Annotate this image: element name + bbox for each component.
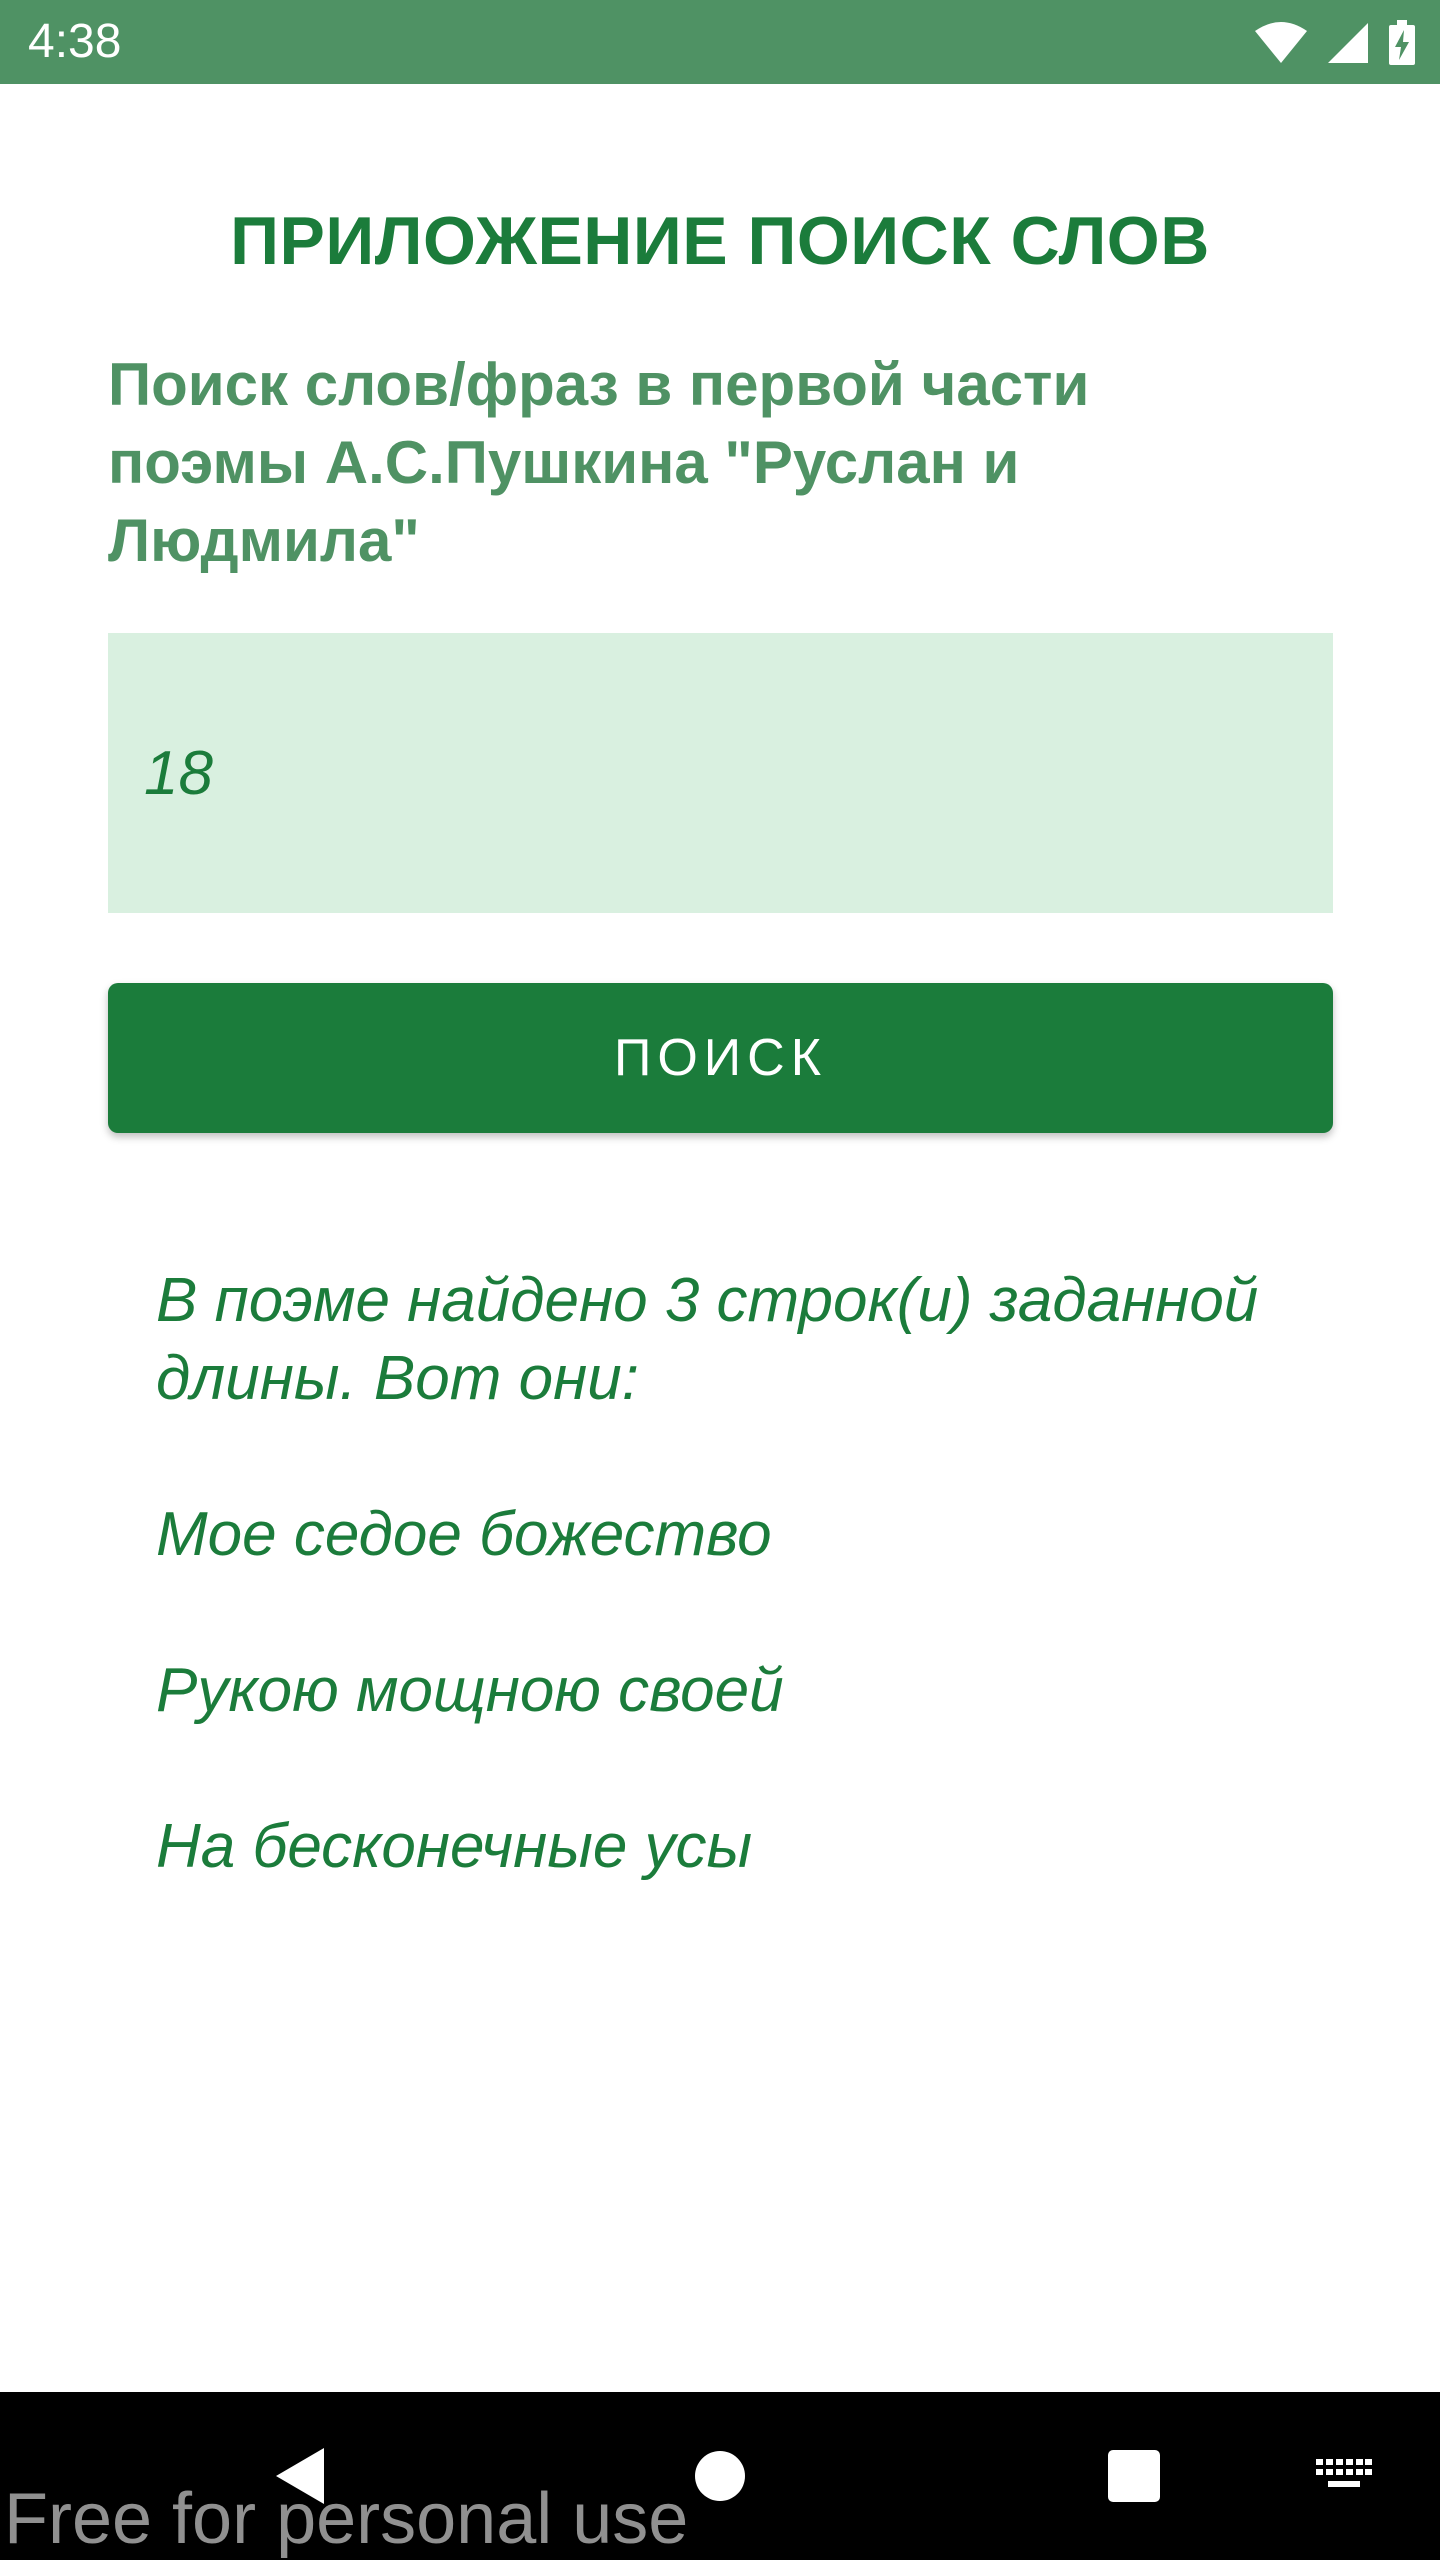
keyboard-icon[interactable] <box>1284 2392 1404 2560</box>
app-subtitle: Поиск слов/фраз в первой части поэмы А.С… <box>108 351 1090 574</box>
wifi-icon <box>1254 21 1308 65</box>
search-input[interactable] <box>108 633 1333 913</box>
result-line: Рукою мощною своей <box>156 1656 784 1725</box>
battery-charging-icon <box>1388 20 1416 66</box>
result-line: На бесконечные усы <box>156 1812 753 1881</box>
home-icon[interactable] <box>660 2392 780 2560</box>
status-icons <box>1254 18 1416 68</box>
navigation-bar <box>0 2392 1440 2560</box>
results-summary: В поэме найдено 3 строк(и) заданной длин… <box>156 1266 1259 1413</box>
back-icon[interactable] <box>240 2392 360 2560</box>
status-time: 4:38 <box>28 15 122 68</box>
result-line: Мое седое божество <box>156 1500 772 1569</box>
status-bar: 4:38 <box>0 0 1440 84</box>
results-panel: В поэме найдено 3 строк(и) заданной длин… <box>156 1262 1306 1964</box>
signal-icon <box>1326 21 1370 65</box>
recents-icon[interactable] <box>1074 2392 1194 2560</box>
app-title: ПРИЛОЖЕНИЕ ПОИСК СЛОВ <box>230 203 1210 279</box>
search-button[interactable]: ПОИСК <box>108 983 1333 1133</box>
